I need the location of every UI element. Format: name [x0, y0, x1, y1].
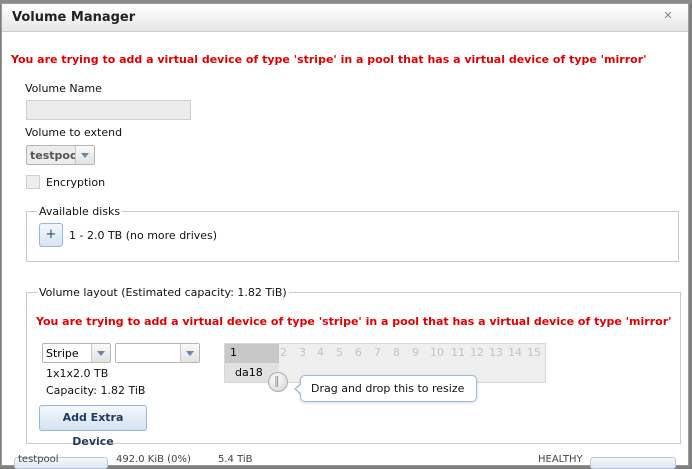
- add-disk-button[interactable]: +: [39, 223, 63, 247]
- grid-column-13: 13: [489, 346, 503, 359]
- layout-capacity: Capacity: 1.82 TiB: [46, 384, 146, 397]
- grid-column-14: 14: [508, 346, 522, 359]
- grid-column-12: 12: [470, 346, 484, 359]
- background-fragment-status: HEALTHY: [538, 454, 583, 465]
- encryption-label: Encryption: [46, 176, 106, 189]
- layout-type-value: Stripe: [46, 347, 79, 360]
- chevron-down-icon[interactable]: [75, 146, 94, 164]
- background-fragment-used: 492.0 KiB (0%): [116, 454, 191, 465]
- close-icon[interactable]: ✕: [662, 10, 674, 22]
- volume-to-extend-select[interactable]: testpool: [26, 145, 95, 165]
- resize-handle-icon[interactable]: [268, 372, 288, 392]
- warning-message-layout: You are trying to add a virtual device o…: [36, 315, 672, 328]
- secondary-select[interactable]: [115, 343, 200, 363]
- encryption-checkbox[interactable]: [26, 175, 40, 189]
- grid-column-15: 15: [527, 346, 541, 359]
- background-fragment-size: 5.4 TiB: [218, 454, 253, 465]
- grid-column-4: 4: [317, 346, 324, 359]
- warning-message-top: You are trying to add a virtual device o…: [11, 53, 647, 66]
- background-action-button: [590, 457, 676, 469]
- available-disks-legend: Available disks: [39, 205, 121, 218]
- grid-column-7: 7: [374, 346, 381, 359]
- grid-column-3: 3: [299, 346, 306, 359]
- volume-name-label: Volume Name: [25, 82, 102, 95]
- volume-to-extend-label: Volume to extend: [25, 126, 123, 139]
- grid-column-10: 10: [430, 346, 444, 359]
- grid-column-6: 6: [355, 346, 362, 359]
- grid-column-9: 9: [412, 346, 419, 359]
- volume-name-input[interactable]: [26, 100, 191, 120]
- background-fragment-pool: testpool: [18, 454, 59, 465]
- dialog-titlebar[interactable]: Volume Manager ✕: [2, 4, 688, 32]
- grid-column-11: 11: [451, 346, 465, 359]
- volume-to-extend-value: testpool: [30, 149, 82, 162]
- layout-type-select[interactable]: Stripe: [42, 343, 111, 363]
- grid-column-1: 1: [230, 346, 237, 359]
- volume-layout-legend: Volume layout (Estimated capacity: 1.82 …: [39, 286, 287, 299]
- layout-summary: 1x1x2.0 TB: [46, 367, 109, 380]
- dialog-title: Volume Manager: [12, 10, 136, 25]
- grid-disk-label: da18: [235, 366, 263, 379]
- grid-column-2: 2: [280, 346, 287, 359]
- grid-column-8: 8: [393, 346, 400, 359]
- volume-manager-dialog: Volume Manager ✕ You are trying to add a…: [1, 3, 689, 466]
- grid-column-5: 5: [336, 346, 343, 359]
- chevron-down-icon[interactable]: [91, 344, 110, 362]
- chevron-down-icon[interactable]: [180, 344, 199, 362]
- add-extra-device-button[interactable]: Add Extra Device: [39, 405, 147, 448]
- available-disk-item[interactable]: 1 - 2.0 TB (no more drives): [69, 229, 217, 242]
- resize-tooltip: Drag and drop this to resize: [294, 375, 477, 402]
